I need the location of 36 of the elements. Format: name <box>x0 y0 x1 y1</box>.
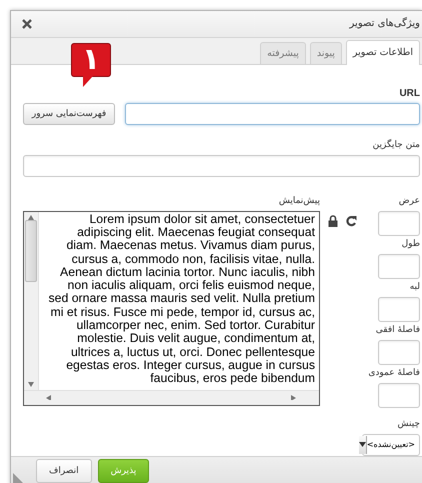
size-input[interactable] <box>378 254 420 279</box>
caret-icon <box>358 442 366 448</box>
size-input[interactable] <box>378 296 420 322</box>
callout-badge: ۱ <box>71 42 111 77</box>
vertical-scrollbar[interactable] <box>24 212 39 390</box>
cancel-button[interactable]: انصراف <box>36 458 92 483</box>
callout-pointer-icon <box>83 76 93 87</box>
resize-grip-icon[interactable] <box>13 473 23 483</box>
preview-text: Lorem ipsum dolor sit amet, consectetuer adipiscing elit. Maecenas feugiat consequat diam. Maecenas metus. Vivamus diam purus, cursus a, commodo non, facilisis vitae, nulla. Aenean dictum lacinia tortor. Nunc iaculis, nibh non iaculis aliquam, orci felis euismod neque, sed ornare massa mauris sed velit. Nulla pretium mi et risus. Fusce mi pede, tempor id, cursus ac, ullamcorper nec, enim. Sed tortor. Curabitur molestie. Duis velit augue, condimentum at, ultrices a, luctus ut, orci. Donec pellentesque egestas eros. Integer cursus, augue in cursus faucibus, eros pede bibendum <box>47 212 316 388</box>
align-select[interactable]: <تعیین‌نشده> <box>362 434 420 456</box>
scroll-right-icon <box>291 395 297 400</box>
tab[interactable]: اطلاعات تصویر <box>346 40 420 65</box>
tab[interactable]: پیشرفته <box>260 42 306 64</box>
close-icon[interactable] <box>21 18 33 30</box>
size-input[interactable] <box>378 382 420 408</box>
window-title: ویژگی‌های تصویر <box>350 18 420 30</box>
size-input[interactable] <box>378 340 420 365</box>
preview-label: پیش‌نمایش <box>278 194 320 208</box>
scroll-down-icon <box>28 382 34 387</box>
horizontal-scrollbar[interactable] <box>24 390 319 405</box>
size-input[interactable] <box>378 210 420 236</box>
field-label: لبه <box>408 280 420 294</box>
url-label: URL <box>398 86 420 100</box>
field-label: فاصلهٔ افقی <box>374 324 420 337</box>
field-label: عرض <box>398 194 420 208</box>
alt-text-label: متن جایگزین <box>372 138 420 152</box>
refresh-icon[interactable] <box>346 214 356 227</box>
lock-icon[interactable] <box>328 214 338 227</box>
url-input[interactable] <box>125 102 420 125</box>
field-label: فاصلهٔ عمودی <box>367 366 420 380</box>
alt-text-input[interactable] <box>23 154 420 177</box>
align-label: چینش <box>396 418 420 431</box>
field-label: طول <box>400 238 420 251</box>
scroll-left-icon <box>46 395 52 400</box>
tab[interactable]: پیوند <box>310 42 342 64</box>
browse-server-button[interactable]: فهرست‌نمایی سرور <box>23 102 115 125</box>
